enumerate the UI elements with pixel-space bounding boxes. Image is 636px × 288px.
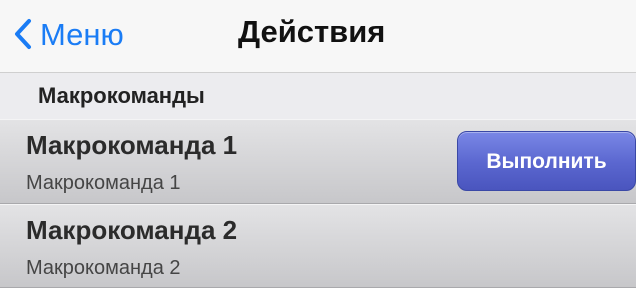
- section-title: Макрокоманды: [38, 83, 205, 108]
- section-header: Макрокоманды: [0, 73, 636, 119]
- navigation-bar: Меню Действия: [0, 0, 636, 73]
- list-item-subtitle: Макрокоманда 1: [26, 172, 181, 194]
- run-button[interactable]: Выполнить: [457, 131, 636, 191]
- back-button[interactable]: Меню: [14, 14, 124, 54]
- list-item-title: Макрокоманда 1: [26, 130, 238, 160]
- list-item-title: Макрокоманда 2: [26, 215, 238, 245]
- chevron-left-icon: [14, 18, 32, 50]
- page-title: Действия: [238, 14, 386, 49]
- list-item[interactable]: Макрокоманда 1 Макрокоманда 1 Выполнить: [0, 119, 636, 204]
- list-item-subtitle: Макрокоманда 2: [26, 257, 181, 279]
- list-item[interactable]: Макрокоманда 2 Макрокоманда 2: [0, 204, 636, 288]
- back-button-label: Меню: [40, 16, 124, 52]
